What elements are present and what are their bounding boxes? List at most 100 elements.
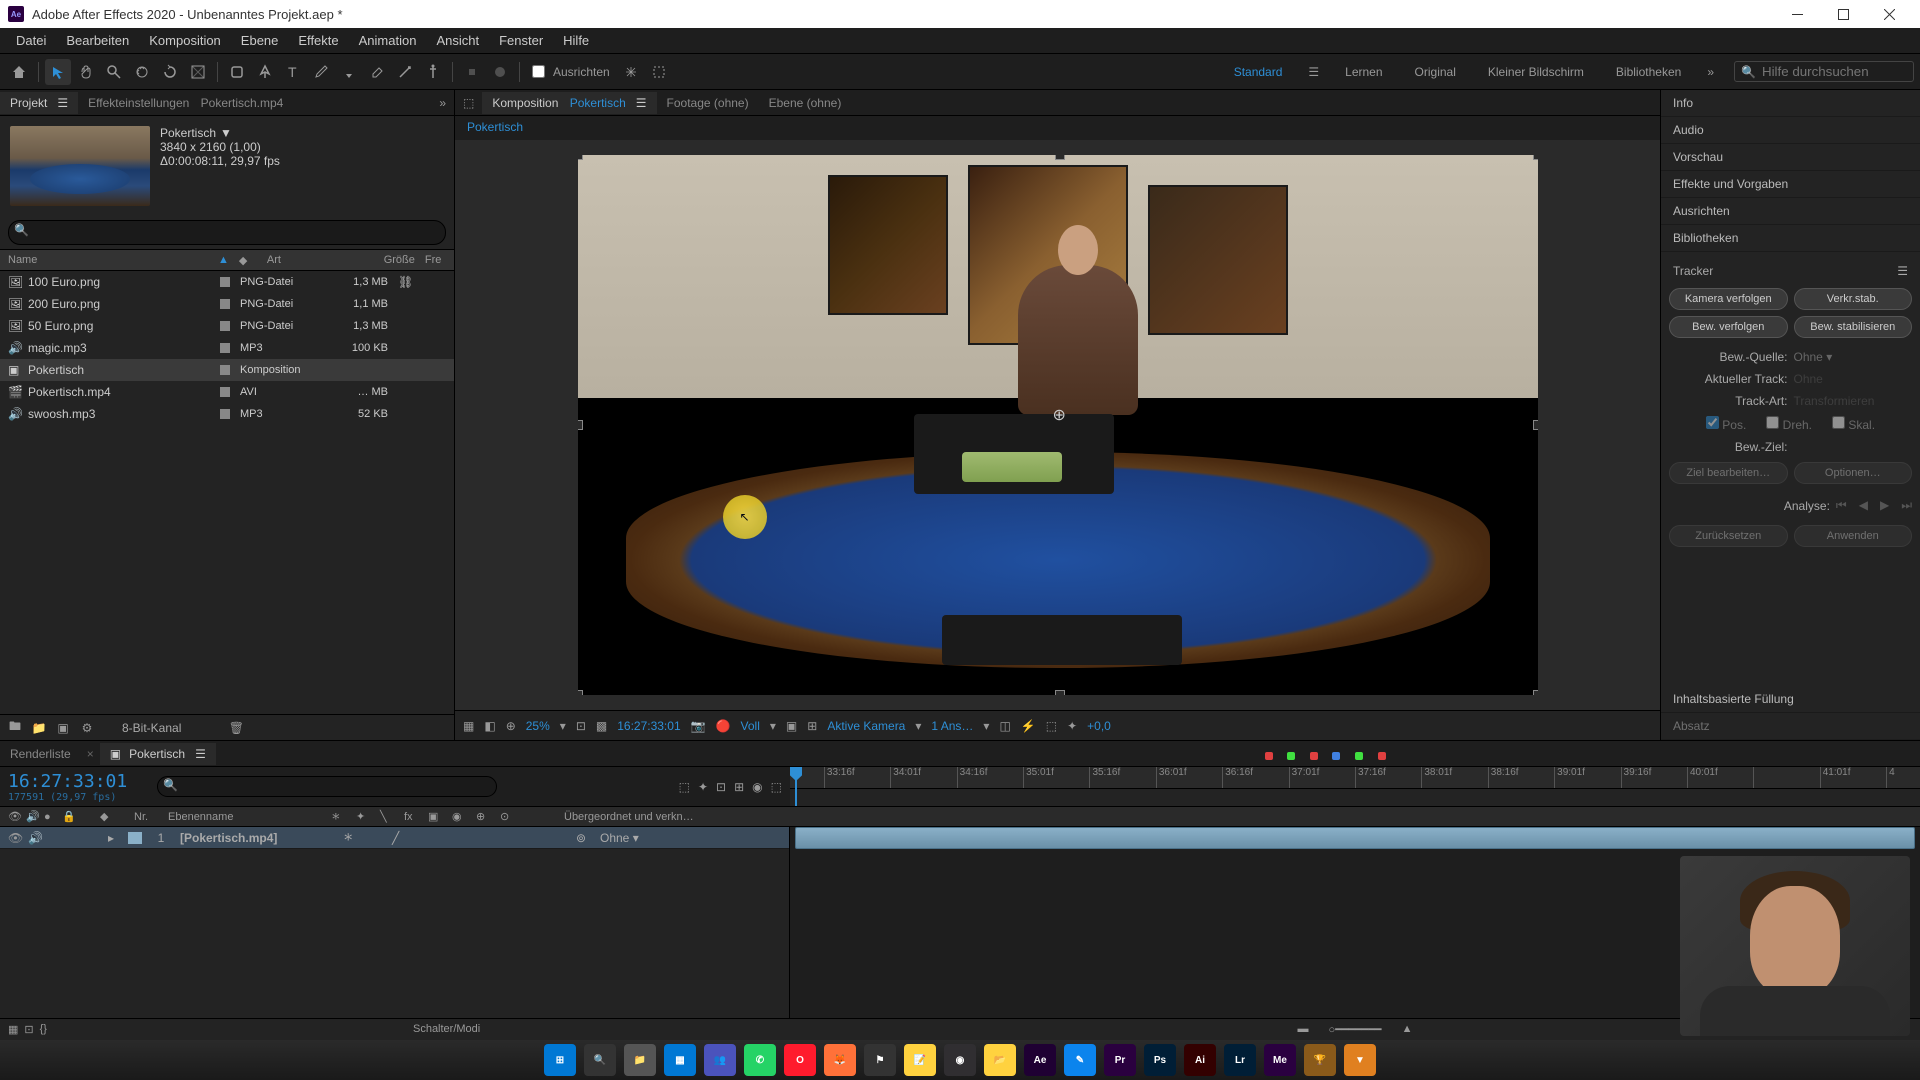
trash-icon[interactable]: 🗑 [227, 719, 245, 737]
tab-effekteinstellungen[interactable]: Effekteinstellungen Pokertisch.mp4 [78, 92, 293, 114]
camera-tool[interactable] [185, 59, 211, 85]
anchor-point-icon[interactable]: ⊕ [1053, 405, 1066, 425]
roto-tool[interactable] [392, 59, 418, 85]
transparency-icon[interactable]: ▩ [596, 719, 607, 733]
switches-modes-toggle[interactable]: Schalter/Modi [413, 1023, 480, 1036]
audio-icon[interactable]: 🔊 [28, 831, 44, 845]
asset-label-color[interactable] [220, 343, 230, 353]
taskbar-tasks[interactable]: ▦ [664, 1044, 696, 1076]
snapshot-icon[interactable]: 📷 [691, 719, 706, 733]
selection-handle[interactable] [578, 420, 583, 430]
new-folder-icon[interactable]: 📁 [30, 719, 48, 737]
taskbar-notes[interactable]: 📝 [904, 1044, 936, 1076]
help-search-input[interactable] [1762, 64, 1902, 79]
layer-clip[interactable] [795, 827, 1915, 849]
asset-list[interactable]: 🖼100 Euro.pngPNG-Datei1,3 MB⛓🖼200 Euro.p… [0, 271, 454, 714]
menu-fenster[interactable]: Fenster [489, 29, 553, 52]
project-thumbnail[interactable] [10, 126, 150, 206]
selection-handle[interactable] [1533, 155, 1538, 160]
home-tool[interactable] [6, 59, 32, 85]
sort-icon[interactable]: ▲ [218, 254, 229, 266]
workspace-original[interactable]: Original [1415, 65, 1456, 79]
asset-label-color[interactable] [220, 321, 230, 331]
menu-bearbeiten[interactable]: Bearbeiten [56, 29, 139, 52]
taskbar-me[interactable]: Me [1264, 1044, 1296, 1076]
taskbar-ps[interactable]: Ps [1144, 1044, 1176, 1076]
parent-dropdown[interactable]: Ohne ▾ [600, 831, 730, 845]
panel-overflow[interactable]: » [431, 96, 454, 110]
taskbar-teams[interactable]: 👥 [704, 1044, 736, 1076]
selection-handle[interactable] [1055, 155, 1065, 160]
workspace-standard[interactable]: Standard [1234, 65, 1283, 79]
timeline-ruler[interactable]: 33:16f34:01f34:16f35:01f35:16f36:01f36:1… [790, 767, 1920, 789]
asset-label-color[interactable] [220, 365, 230, 375]
text-tool[interactable]: T [280, 59, 306, 85]
zoom-out-icon[interactable]: ▬ [1298, 1023, 1309, 1036]
tab-composition[interactable]: Komposition Pokertisch☰ [482, 92, 656, 114]
taskbar-app1[interactable]: ⚑ [864, 1044, 896, 1076]
new-comp-icon[interactable]: ▣ [54, 719, 72, 737]
mask-tool[interactable] [487, 59, 513, 85]
selection-handle[interactable] [1533, 690, 1538, 695]
menu-hilfe[interactable]: Hilfe [553, 29, 599, 52]
minimize-button[interactable] [1774, 0, 1820, 28]
workspace-lernen[interactable]: Lernen [1345, 65, 1382, 79]
track-type-dropdown[interactable]: Transformieren [1794, 394, 1913, 408]
asset-row[interactable]: 🔊magic.mp3MP3100 KB [0, 337, 454, 359]
panel-audio[interactable]: Audio [1661, 117, 1920, 144]
tab-footage[interactable]: Footage (ohne) [657, 92, 759, 114]
taskbar-app4[interactable]: ▼ [1344, 1044, 1376, 1076]
menu-animation[interactable]: Animation [349, 29, 427, 52]
layer-name[interactable]: [Pokertisch.mp4] [180, 831, 340, 845]
tl-icon5[interactable]: ◉ [752, 780, 762, 794]
taskbar-ai[interactable]: Ai [1184, 1044, 1216, 1076]
apply-button[interactable]: Anwenden [1794, 525, 1913, 547]
renderer-icon[interactable]: ✦ [1067, 719, 1077, 733]
snap-checkbox[interactable] [532, 65, 545, 78]
workspace-bibliotheken[interactable]: Bibliotheken [1616, 65, 1681, 79]
rotate-tool[interactable] [157, 59, 183, 85]
roi-icon[interactable]: ▣ [786, 719, 797, 733]
menu-komposition[interactable]: Komposition [139, 29, 231, 52]
twirl-icon[interactable]: ▸ [108, 831, 124, 845]
cb-scale[interactable] [1832, 416, 1845, 429]
resolution-dropdown[interactable]: Voll [741, 719, 760, 733]
parent-pickwhip-icon[interactable]: ⊚ [576, 831, 596, 845]
tl-footer-icon1[interactable]: ▦ [8, 1023, 18, 1036]
orbit-tool[interactable] [129, 59, 155, 85]
viewer-timecode[interactable]: 16:27:33:01 [617, 719, 680, 733]
zoom-dropdown[interactable]: 25% [526, 719, 550, 733]
col-type[interactable]: Art [267, 254, 355, 266]
current-track-dropdown[interactable]: Ohne [1794, 372, 1913, 386]
panel-effekte[interactable]: Effekte und Vorgaben [1661, 171, 1920, 198]
menu-ansicht[interactable]: Ansicht [426, 29, 489, 52]
menu-ebene[interactable]: Ebene [231, 29, 289, 52]
tl-footer-icon3[interactable]: {} [40, 1023, 47, 1036]
menu-datei[interactable]: Datei [6, 29, 56, 52]
timeline-timecode[interactable]: 16:27:33:01 [8, 771, 127, 792]
asset-row[interactable]: 🖼100 Euro.pngPNG-Datei1,3 MB⛓ [0, 271, 454, 293]
analyze-back-icon[interactable]: ◀ [1859, 498, 1868, 513]
reset-button[interactable]: Zurücksetzen [1669, 525, 1788, 547]
selection-handle[interactable] [578, 690, 583, 695]
col-name[interactable]: Name [8, 254, 218, 266]
tl-footer-icon2[interactable]: ⊡ [24, 1023, 33, 1036]
puppet-tool[interactable] [420, 59, 446, 85]
col-freq[interactable]: Fre [425, 254, 442, 266]
tab-timeline-comp[interactable]: ▣Pokertisch☰ [100, 743, 216, 765]
tracker-menu-icon[interactable]: ☰ [1897, 264, 1908, 278]
chevron-down-icon[interactable]: ▼ [220, 126, 232, 140]
alpha-icon[interactable]: ▦ [463, 719, 474, 733]
panel-info[interactable]: Info [1661, 90, 1920, 117]
motion-source-dropdown[interactable]: Ohne ▾ [1794, 350, 1913, 364]
tl-icon6[interactable]: ⬚ [771, 780, 782, 794]
tl-icon2[interactable]: ✦ [698, 780, 708, 794]
snap-options[interactable] [618, 59, 644, 85]
taskbar-app3[interactable]: 🏆 [1304, 1044, 1336, 1076]
panel-ausrichten[interactable]: Ausrichten [1661, 198, 1920, 225]
camera-dropdown[interactable]: Aktive Kamera [827, 719, 905, 733]
tl-icon3[interactable]: ⊡ [716, 780, 726, 794]
exposure-value[interactable]: +0,0 [1087, 719, 1111, 733]
track-camera-button[interactable]: Kamera verfolgen [1669, 288, 1788, 310]
layer-color-swatch[interactable] [128, 832, 142, 844]
